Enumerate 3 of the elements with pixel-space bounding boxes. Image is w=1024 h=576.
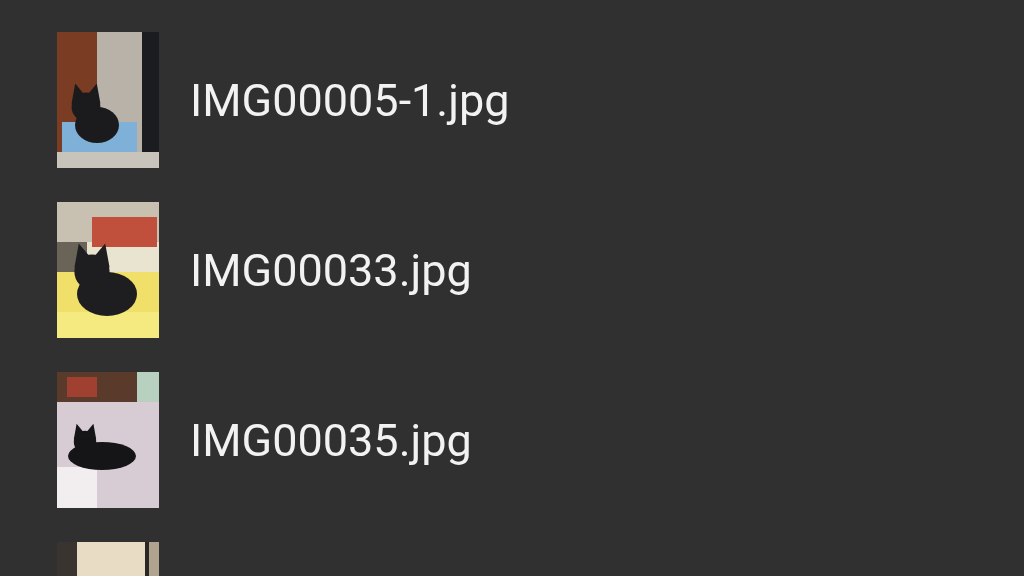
file-name[interactable]: IMG00033.jpg [190, 247, 472, 293]
file-name[interactable]: IMG00035.jpg [190, 417, 472, 463]
file-name[interactable]: IMG00005-1.jpg [190, 77, 510, 123]
